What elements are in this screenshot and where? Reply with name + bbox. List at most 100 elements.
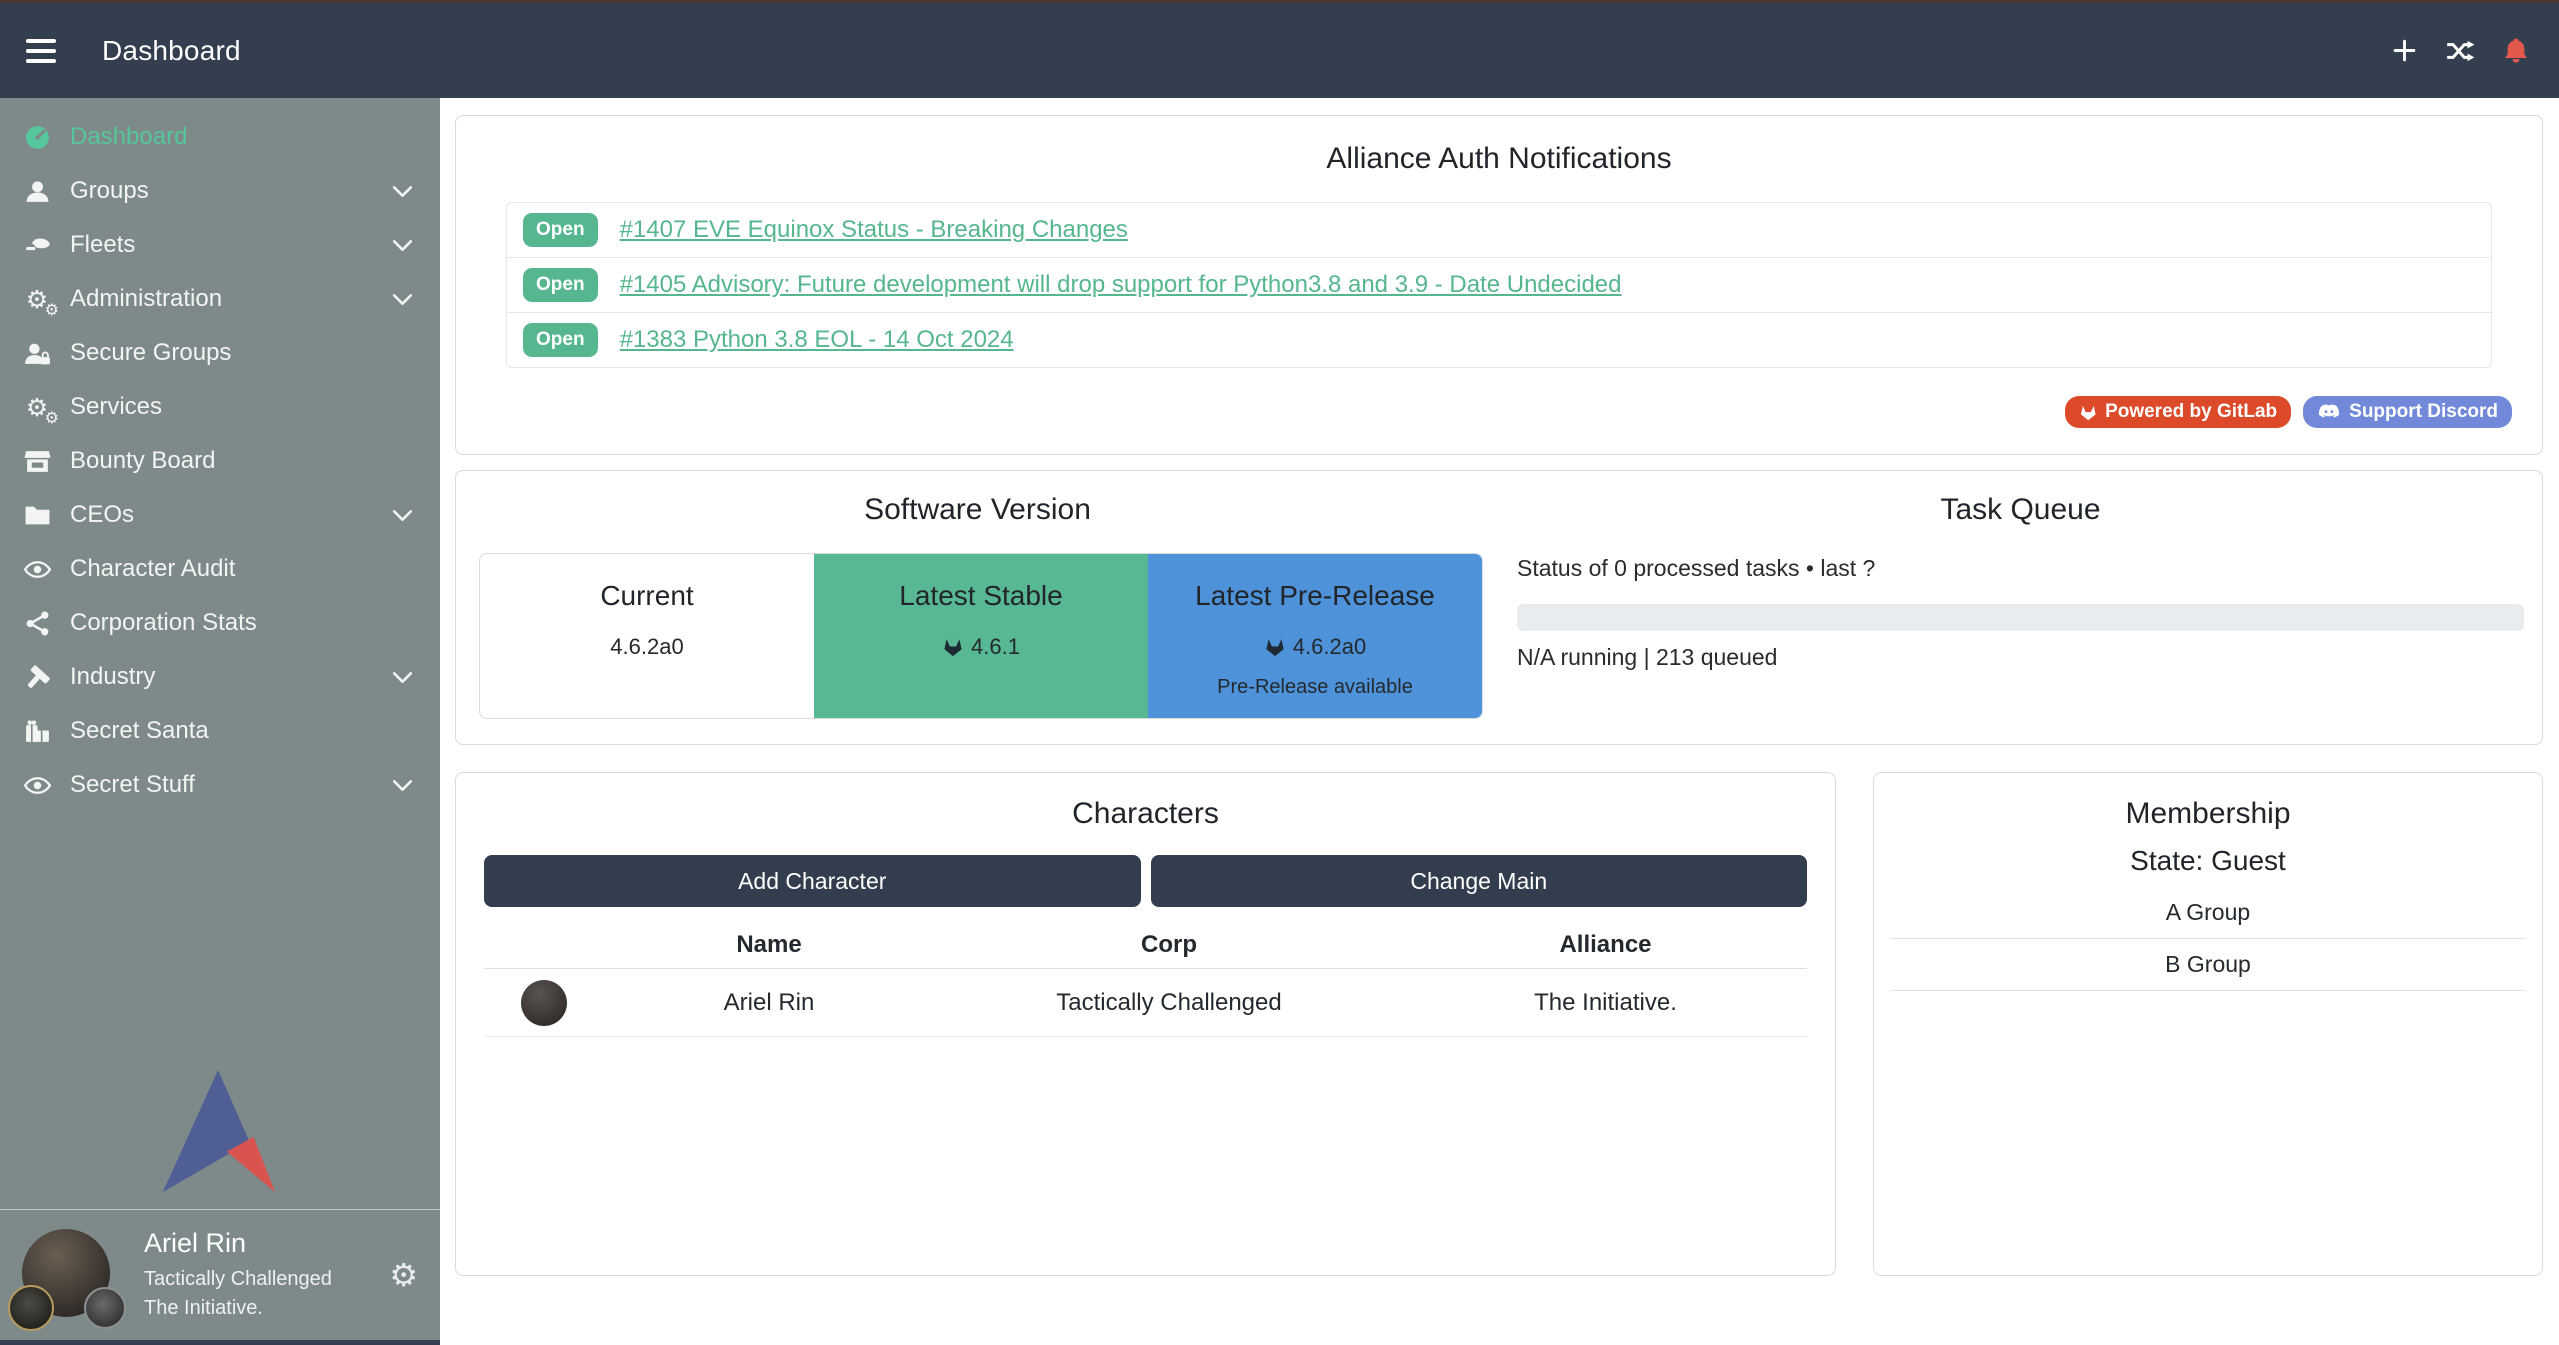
gears-icon: ⚙⚙ — [22, 393, 52, 421]
software-taskqueue-panel: Software Version Current 4.6.2a0 Latest … — [455, 470, 2543, 745]
software-version-section: Software Version Current 4.6.2a0 Latest … — [456, 471, 1499, 744]
chevron-down-icon — [391, 666, 414, 689]
character-avatar — [521, 980, 567, 1026]
shuffle-icon[interactable] — [2445, 36, 2475, 66]
sidebar-item-label: Dashboard — [70, 123, 187, 151]
sidebar-item-administration[interactable]: ⚙⚙ Administration — [0, 272, 440, 326]
chevron-down-icon — [391, 774, 414, 797]
sidebar-item-corporation-stats[interactable]: Corporation Stats — [0, 596, 440, 650]
task-queue-section: Task Queue Status of 0 processed tasks •… — [1499, 471, 2542, 744]
sidebar-item-services[interactable]: ⚙⚙ Services — [0, 380, 440, 434]
eye-icon — [22, 771, 52, 799]
task-queue-status: Status of 0 processed tasks • last ? — [1517, 555, 2524, 582]
sidebar-item-label: Bounty Board — [70, 447, 215, 475]
notification-row: Open #1383 Python 3.8 EOL - 14 Oct 2024 — [506, 312, 2492, 368]
plus-icon[interactable] — [2389, 36, 2419, 66]
chevron-down-icon — [391, 504, 414, 527]
shuttle-icon — [22, 231, 52, 259]
sidebar-item-label: Administration — [70, 285, 222, 313]
alliance-auth-logo — [0, 1067, 440, 1195]
sidebar-item-secret-santa[interactable]: Secret Santa — [0, 704, 440, 758]
gitlab-badge[interactable]: Powered by GitLab — [2065, 396, 2292, 428]
notification-link[interactable]: #1383 Python 3.8 EOL - 14 Oct 2024 — [620, 326, 1014, 354]
sidebar-item-label: Services — [70, 393, 162, 421]
store-icon — [22, 447, 52, 475]
sidebar: Dashboard Groups Fleets ⚙⚙ Administratio… — [0, 98, 440, 1345]
sidebar-item-bounty-board[interactable]: Bounty Board — [0, 434, 440, 488]
hammer-icon — [22, 663, 52, 691]
sidebar-item-label: Secure Groups — [70, 339, 231, 367]
user-corp: Tactically Challenged — [144, 1265, 332, 1294]
bell-icon[interactable] — [2501, 36, 2531, 66]
gear-icon[interactable]: ⚙ — [389, 1259, 418, 1291]
add-character-button[interactable]: Add Character — [484, 855, 1141, 907]
version-card: Current 4.6.2a0 Latest Stable 4.6.1 Late… — [479, 553, 1483, 719]
gitlab-tanuki-icon — [942, 637, 964, 657]
sidebar-item-groups[interactable]: Groups — [0, 164, 440, 218]
notification-row: Open #1407 EVE Equinox Status - Breaking… — [506, 202, 2492, 258]
user-panel: Ariel Rin Tactically Challenged The Init… — [0, 1210, 440, 1340]
user-lock-icon — [22, 339, 52, 367]
membership-state: State: Guest — [1874, 845, 2542, 877]
user-icon — [22, 177, 52, 205]
gears-icon: ⚙⚙ — [22, 285, 52, 313]
sidebar-item-label: Fleets — [70, 231, 135, 259]
characters-panel: Characters Add Character Change Main Nam… — [455, 772, 1836, 1276]
characters-table: Name Corp Alliance Ariel Rin Tactically … — [484, 921, 1807, 1037]
sidebar-item-industry[interactable]: Industry — [0, 650, 440, 704]
user-name: Ariel Rin — [144, 1228, 332, 1259]
sidebar-item-character-audit[interactable]: Character Audit — [0, 542, 440, 596]
version-prerelease: Latest Pre-Release 4.6.2a0 Pre-Release a… — [1148, 554, 1482, 718]
task-queue-summary: N/A running | 213 queued — [1517, 644, 2524, 671]
characters-title: Characters — [456, 773, 1835, 831]
gitlab-tanuki-icon — [2079, 404, 2098, 421]
hamburger-menu-icon[interactable] — [26, 39, 66, 63]
status-badge: Open — [523, 323, 598, 357]
version-current: Current 4.6.2a0 — [480, 554, 814, 718]
sidebar-item-ceos[interactable]: CEOs — [0, 488, 440, 542]
notifications-title: Alliance Auth Notifications — [456, 116, 2542, 176]
notification-row: Open #1405 Advisory: Future development … — [506, 257, 2492, 313]
user-alliance: The Initiative. — [144, 1294, 332, 1323]
sidebar-item-fleets[interactable]: Fleets — [0, 218, 440, 272]
table-row: Ariel Rin Tactically Challenged The Init… — [484, 969, 1807, 1037]
notification-link[interactable]: #1407 EVE Equinox Status - Breaking Chan… — [620, 216, 1128, 244]
sidebar-footer-strip — [0, 1340, 440, 1345]
user-avatar — [22, 1229, 114, 1321]
membership-panel: Membership State: Guest A Group B Group — [1873, 772, 2543, 1276]
discord-icon — [2317, 404, 2341, 421]
sidebar-item-secure-groups[interactable]: Secure Groups — [0, 326, 440, 380]
chevron-down-icon — [391, 180, 414, 203]
notifications-panel: Alliance Auth Notifications Open #1407 E… — [455, 115, 2543, 455]
chevron-down-icon — [391, 288, 414, 311]
status-badge: Open — [523, 213, 598, 247]
sidebar-item-label: Secret Stuff — [70, 771, 195, 799]
version-stable: Latest Stable 4.6.1 — [814, 554, 1148, 718]
discord-badge[interactable]: Support Discord — [2303, 396, 2512, 428]
list-item: B Group — [1890, 939, 2526, 991]
list-item: A Group — [1890, 887, 2526, 939]
task-queue-title: Task Queue — [1499, 471, 2542, 527]
sidebar-item-label: Groups — [70, 177, 149, 205]
software-version-title: Software Version — [456, 471, 1499, 527]
gauge-icon — [22, 123, 52, 151]
share-icon — [22, 609, 52, 637]
change-main-button[interactable]: Change Main — [1151, 855, 1808, 907]
chevron-down-icon — [391, 234, 414, 257]
membership-groups: A Group B Group — [1890, 887, 2526, 991]
sidebar-item-dashboard[interactable]: Dashboard — [0, 110, 440, 164]
sidebar-item-label: Secret Santa — [70, 717, 209, 745]
top-navbar: Dashboard — [0, 3, 2559, 98]
alliance-logo-badge — [84, 1287, 126, 1329]
sidebar-item-label: CEOs — [70, 501, 134, 529]
folder-icon — [22, 501, 52, 529]
gitlab-tanuki-icon — [1264, 637, 1286, 657]
eye-icon — [22, 555, 52, 583]
gifts-icon — [22, 717, 52, 745]
main-content: Alliance Auth Notifications Open #1407 E… — [440, 98, 2559, 1345]
notification-link[interactable]: #1405 Advisory: Future development will … — [620, 271, 1622, 299]
notifications-list: Open #1407 EVE Equinox Status - Breaking… — [506, 202, 2492, 368]
corp-logo-badge — [8, 1285, 54, 1331]
status-badge: Open — [523, 268, 598, 302]
sidebar-item-secret-stuff[interactable]: Secret Stuff — [0, 758, 440, 812]
